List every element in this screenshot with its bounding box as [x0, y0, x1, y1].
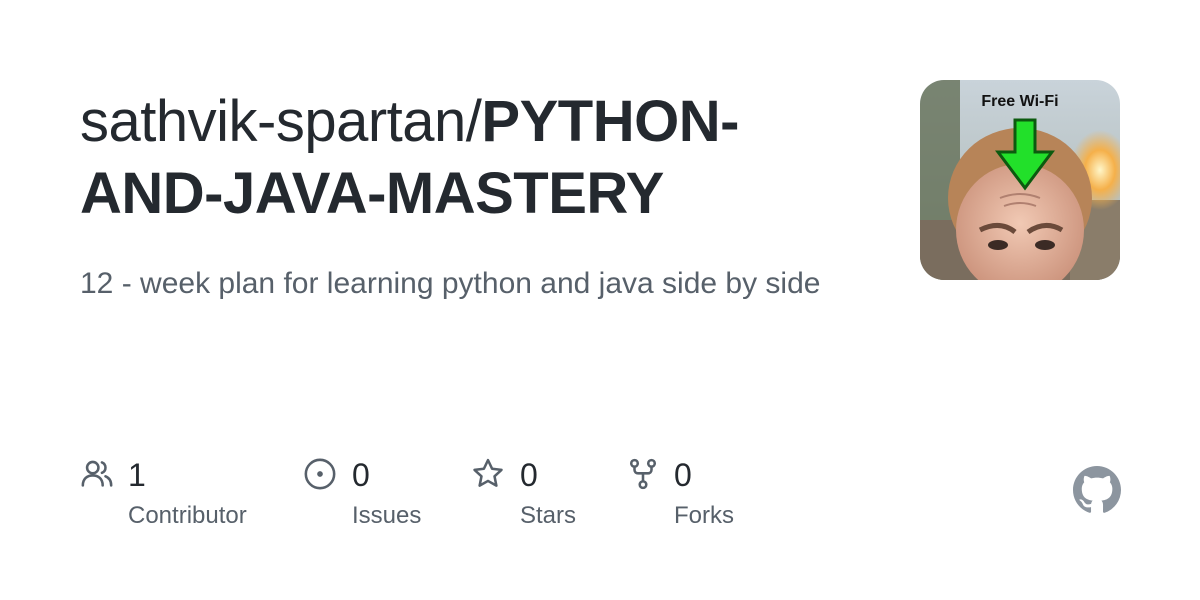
repo-owner: sathvik-spartan/ [80, 89, 482, 154]
stat-forks-count: 0 [674, 457, 692, 493]
stat-forks-label: Forks [674, 502, 734, 529]
github-logo-icon[interactable] [1073, 466, 1121, 514]
stat-stars-label: Stars [520, 502, 577, 529]
stat-contributors-count: 1 [128, 457, 146, 493]
owner-avatar[interactable]: Free Wi-Fi [920, 80, 1120, 280]
stat-stars-count: 0 [520, 457, 538, 493]
avatar-image: Free Wi-Fi [920, 80, 1120, 280]
issue-opened-icon [304, 458, 336, 490]
stat-issues[interactable]: 0 Issues [303, 455, 453, 535]
star-icon [473, 458, 503, 487]
stat-contributors-label: Contributor [128, 502, 247, 529]
people-icon [81, 460, 113, 487]
stat-forks[interactable]: 0 Forks [626, 455, 756, 535]
stat-issues-label: Issues [352, 502, 422, 529]
repo-description: 12 - week plan for learning python and j… [80, 267, 821, 300]
avatar-caption: Free Wi-Fi [981, 93, 1058, 110]
repo-title[interactable]: sathvik-spartan/PYTHON-AND-JAVA-MASTERY [80, 86, 850, 230]
stat-stars[interactable]: 0 Stars [471, 455, 601, 535]
repo-forked-icon [629, 458, 657, 490]
stat-issues-count: 0 [352, 457, 370, 493]
stat-contributors[interactable]: 1 Contributor [80, 455, 280, 535]
repo-social-card: sathvik-spartan/PYTHON-AND-JAVA-MASTERY … [0, 0, 1200, 600]
